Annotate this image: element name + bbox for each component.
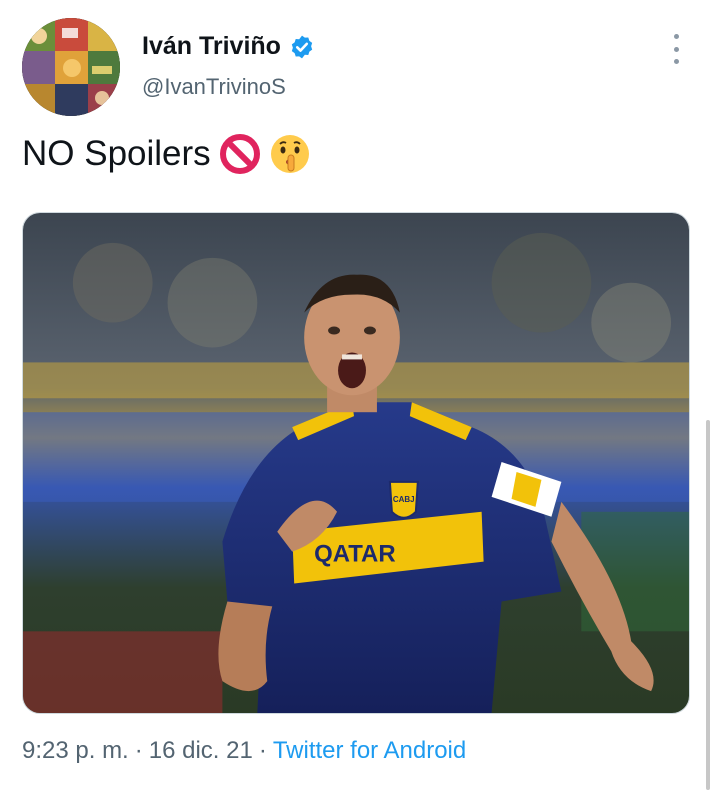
jersey-sponsor-text: QATAR [314, 541, 395, 568]
user-handle[interactable]: @IvanTrivinoS [142, 74, 286, 100]
shushing-face-icon [270, 135, 309, 173]
tweet-date[interactable]: 16 dic. 21 [149, 737, 253, 764]
tweet-time[interactable]: 9:23 p. m. [22, 737, 129, 764]
tweet-text-content: NO Spoilers [22, 134, 211, 173]
user-name[interactable]: Iván Triviño [142, 32, 281, 61]
verified-badge-icon [291, 35, 313, 58]
player-celebration-photo: QATAR CABJ [23, 213, 689, 713]
avatar-collage-image [22, 18, 120, 116]
meta-separator: · [258, 737, 267, 764]
crest-text: CABJ [393, 495, 415, 504]
tweet-text: NO Spoilers [22, 133, 311, 175]
scrollbar[interactable] [706, 420, 710, 790]
more-options-icon[interactable] [664, 34, 688, 64]
tweet-card: Iván Triviño @IvanTrivinoS NO Spoilers Q… [0, 0, 712, 790]
no-entry-sign-icon [219, 134, 260, 174]
tweet-metadata: 9:23 p. m. · 16 dic. 21 · Twitter for Androi… [22, 737, 466, 765]
tweet-source-link[interactable]: Twitter for Android [273, 737, 466, 764]
meta-separator: · [134, 737, 143, 764]
tweet-media-image[interactable]: QATAR CABJ [22, 212, 690, 714]
avatar[interactable] [22, 18, 120, 116]
user-name-row[interactable]: Iván Triviño [142, 32, 315, 61]
